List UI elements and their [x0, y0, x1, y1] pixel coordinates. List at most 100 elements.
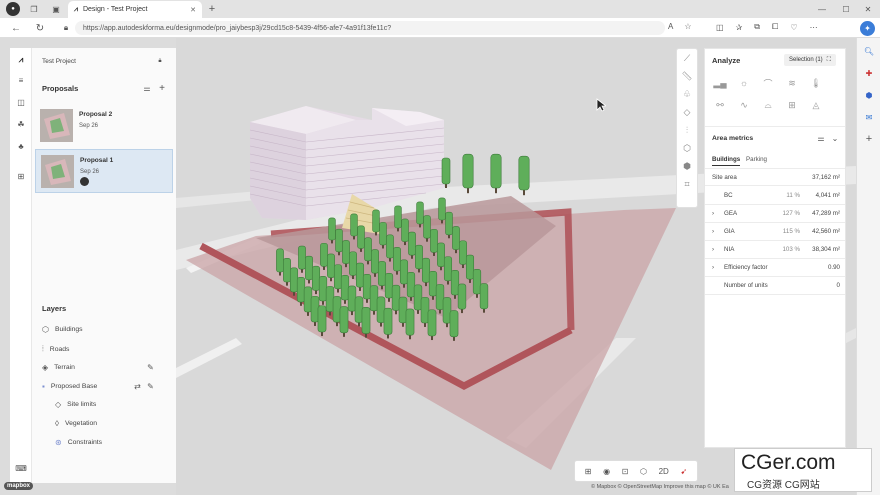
grid-view-icon[interactable]: ⊞	[585, 467, 592, 476]
tab-parking[interactable]: Parking	[746, 156, 767, 163]
metric-row-efficiency-factor[interactable]: › Efficiency factor 0.90	[712, 261, 840, 274]
read-aloud-icon[interactable]: A	[668, 22, 673, 31]
solar-panel-icon[interactable]: ⊞	[784, 98, 800, 112]
proposal-card-2[interactable]: Proposal 2 Sep 26	[35, 104, 173, 148]
camera-icon[interactable]: ⊡	[622, 467, 629, 476]
analysis-icon[interactable]: ☘	[14, 118, 28, 130]
section-tool-icon[interactable]: ⫶	[677, 121, 697, 139]
tree	[430, 228, 438, 256]
back-icon[interactable]: ←	[10, 22, 22, 34]
maximize-icon[interactable]: ☐	[840, 3, 852, 15]
metric-label: NIA	[724, 246, 735, 253]
split-screen-icon[interactable]: ◫	[716, 22, 724, 32]
refresh-icon[interactable]: ↻	[34, 22, 46, 34]
outlook-sidebar-icon[interactable]: ✉	[862, 110, 876, 124]
favorite-star-icon[interactable]: ☆	[684, 22, 691, 31]
divider	[705, 276, 845, 277]
edit-base-icon[interactable]: ✎	[146, 382, 155, 391]
tree-icon[interactable]: ♣	[14, 140, 28, 152]
proposal-card-1-selected[interactable]: Proposal 1 Sep 26	[35, 149, 173, 193]
tree	[350, 213, 358, 240]
new-tab-icon[interactable]: +	[206, 3, 218, 15]
tree-tool-icon[interactable]: ♧	[677, 85, 697, 103]
cube-view-icon[interactable]: ⬡	[640, 467, 647, 476]
add-proposal-icon[interactable]: +	[157, 83, 167, 94]
menu-icon[interactable]: ≡	[14, 74, 28, 86]
view-icon[interactable]: ◬	[808, 98, 824, 112]
project-name[interactable]: Test Project	[42, 58, 76, 65]
tree	[357, 225, 365, 252]
compass-icon[interactable]: ➹	[680, 467, 687, 476]
tree	[479, 283, 489, 313]
layer-roads[interactable]: ⦙ Roads	[42, 344, 69, 354]
favorites-icon[interactable]: ✰	[736, 22, 743, 32]
window-close-icon[interactable]: ✕	[862, 3, 874, 15]
tab-actions-icon[interactable]: ▣	[50, 3, 62, 15]
lock-icon[interactable]: 🔒︎	[60, 22, 72, 34]
box-tool-icon[interactable]: ⬡	[677, 139, 697, 157]
layers-panel-icon[interactable]: ◫	[14, 96, 28, 108]
workspaces-icon[interactable]: ❐	[28, 3, 40, 15]
user-avatar	[80, 177, 89, 186]
magic-wand-icon[interactable]: ⟋	[677, 49, 697, 67]
metric-row-gia[interactable]: › GIA 115 % 42,560 m²	[712, 225, 840, 238]
forma-logo-icon[interactable]: ⩘	[14, 54, 28, 66]
heart-icon[interactable]: ♡	[790, 22, 797, 32]
network-icon[interactable]: ⚯	[712, 98, 728, 112]
tree	[276, 248, 284, 276]
tree	[317, 305, 327, 337]
layer-constraints[interactable]: ⊛ Constraints	[55, 438, 102, 447]
collections-icon[interactable]: ⧉	[754, 22, 760, 32]
edit-terrain-icon[interactable]: ✎	[146, 363, 155, 372]
view-2d-button[interactable]: 2D	[659, 467, 669, 476]
plane-tool-icon[interactable]: ◇	[677, 103, 697, 121]
sun-icon[interactable]: ☼	[736, 76, 752, 90]
add-sidebar-icon[interactable]: +	[862, 132, 876, 146]
tree	[379, 222, 387, 249]
extrude-tool-icon[interactable]: ⬢	[677, 157, 697, 175]
keyboard-icon[interactable]: ⌨	[14, 462, 28, 474]
wind-icon[interactable]: ≋	[784, 76, 800, 90]
daylight-icon[interactable]: ⌒	[760, 76, 776, 90]
extensions-grid-icon[interactable]: ⊞	[14, 170, 28, 182]
copilot-icon[interactable]: ✦	[860, 21, 875, 36]
filter-proposals-icon[interactable]: ⚌	[142, 83, 152, 93]
extensions-icon[interactable]: ⧠	[772, 22, 778, 32]
thermometer-icon[interactable]: 🌡︎	[808, 76, 824, 90]
minimize-icon[interactable]: —	[816, 3, 828, 15]
office-sidebar-icon[interactable]: ⬢	[862, 88, 876, 102]
layer-buildings[interactable]: ⬡ Buildings	[42, 325, 83, 334]
more-menu-icon[interactable]: ⋯	[810, 22, 818, 32]
close-tab-icon[interactable]: ✕	[190, 6, 196, 14]
lock-project-icon[interactable]: 🔒︎	[156, 57, 164, 65]
metrics-settings-icon[interactable]: ⚌	[816, 134, 826, 143]
url-field[interactable]: https://app.autodeskforma.eu/designmode/…	[75, 21, 665, 35]
search-sidebar-icon[interactable]: 🔍︎	[862, 44, 876, 58]
ruler-icon[interactable]: 📏︎	[677, 67, 697, 85]
tree	[428, 271, 438, 300]
selection-button[interactable]: Selection (1) ⛶	[784, 54, 836, 66]
browser-tab-active[interactable]: ⩘ Design - Test Project ✕	[68, 1, 202, 18]
layer-vegetation[interactable]: ◊ Vegetation	[55, 419, 97, 428]
metric-row-gea[interactable]: › GEA 127 % 47,289 m²	[712, 207, 840, 220]
collapse-chevron-icon[interactable]: ⌄	[830, 134, 840, 143]
profile-avatar[interactable]: ●	[6, 2, 20, 16]
map-attribution[interactable]: © Mapbox © OpenStreetMap Improve this ma…	[591, 484, 729, 490]
metric-label: BC	[724, 192, 733, 199]
microclimate-icon[interactable]: ⌓	[760, 98, 776, 112]
tree	[443, 256, 453, 285]
tools-sidebar-icon[interactable]: ✚	[862, 66, 876, 80]
eye-icon[interactable]: ◉	[603, 467, 610, 476]
tab-buildings[interactable]: Buildings	[712, 156, 741, 166]
browser-sidebar: 🔍︎ ✚ ⬢ ✉ +	[856, 38, 880, 495]
measure-tool-icon[interactable]: ⌗	[677, 175, 697, 193]
metric-row-nia[interactable]: › NIA 103 % 38,304 m²	[712, 243, 840, 256]
bar-chart-icon[interactable]: ▂▄	[712, 76, 728, 90]
road-icon: ⦙	[42, 344, 44, 353]
layer-terrain[interactable]: ◈ Terrain	[42, 363, 75, 372]
layer-site-limits[interactable]: ◇ Site limits	[55, 400, 96, 409]
tree	[305, 255, 313, 284]
noise-icon[interactable]: ∿	[736, 98, 752, 112]
layer-proposed-base[interactable]: ▪ Proposed Base	[42, 382, 97, 391]
swap-base-icon[interactable]: ⇄	[133, 382, 142, 391]
